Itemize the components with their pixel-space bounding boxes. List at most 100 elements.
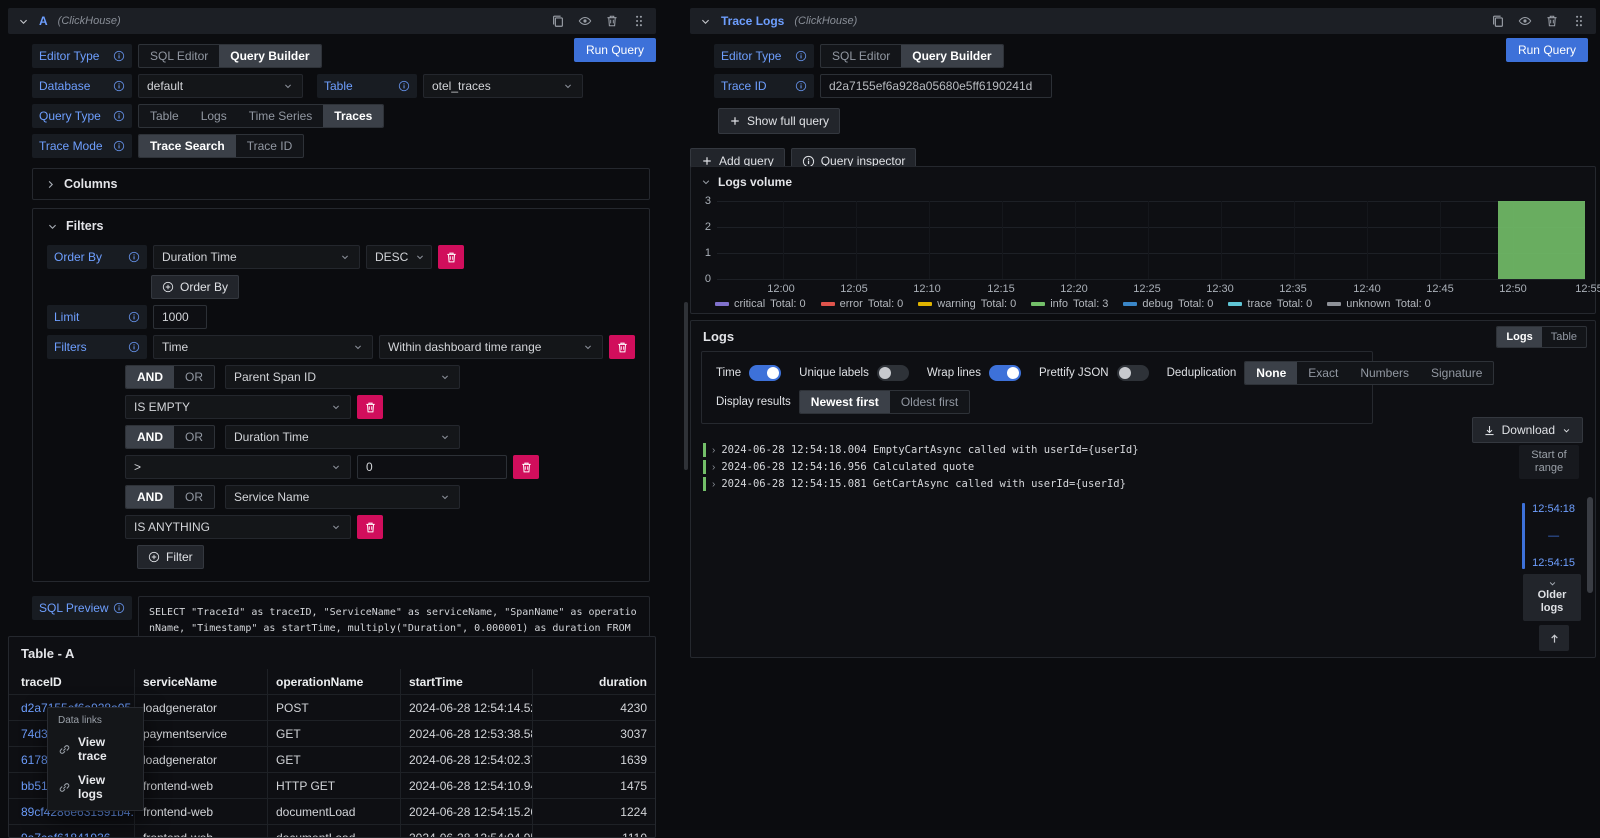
prettify-json-toggle[interactable] <box>1117 365 1149 381</box>
legend-item-critical[interactable]: criticalTotal:0 <box>715 298 806 310</box>
dedup-none-option[interactable]: None <box>1245 362 1297 384</box>
collapse-chevron-icon[interactable] <box>18 16 29 27</box>
filter-field-select[interactable]: Duration Time <box>225 425 460 449</box>
table-panel-title[interactable]: Table - A <box>21 646 74 661</box>
filters-section-header[interactable]: Filters <box>47 219 635 233</box>
remove-filter-button[interactable] <box>357 395 383 419</box>
remove-filter-button[interactable] <box>357 515 383 539</box>
older-logs-button[interactable]: Older logs <box>1523 574 1581 621</box>
filter-operator-select[interactable]: Within dashboard time range <box>379 335 603 359</box>
legend-item-warning[interactable]: warningTotal:0 <box>918 298 1016 310</box>
trace-id-option[interactable]: Trace ID <box>236 135 304 157</box>
column-header[interactable]: traceID <box>9 669 135 695</box>
sql-editor-option[interactable]: SQL Editor <box>821 45 901 67</box>
logs-scrollbar[interactable] <box>1587 497 1593 593</box>
wrap-lines-toggle[interactable] <box>989 365 1021 381</box>
legend-item-error[interactable]: errorTotal:0 <box>821 298 904 310</box>
info-icon[interactable] <box>113 602 125 614</box>
remove-order-by-button[interactable] <box>438 245 464 269</box>
drag-handle-icon[interactable] <box>1572 14 1586 28</box>
legend-item-debug[interactable]: debugTotal:0 <box>1123 298 1213 310</box>
legend-item-trace[interactable]: traceTotal:0 <box>1228 298 1312 310</box>
info-icon[interactable] <box>398 80 410 92</box>
time-toggle[interactable] <box>749 365 781 381</box>
column-header[interactable]: duration <box>533 669 655 695</box>
hide-query-icon[interactable] <box>1518 14 1532 28</box>
legend-item-info[interactable]: infoTotal:3 <box>1031 298 1108 310</box>
filter-field-select[interactable]: Parent Span ID <box>225 365 460 389</box>
show-full-query-button[interactable]: Show full query <box>718 108 840 134</box>
trace-id-link[interactable]: 9a7caf61841936... <box>21 831 120 838</box>
hide-query-icon[interactable] <box>578 14 592 28</box>
log-row[interactable]: ›2024-06-28 12:54:15.081 GetCartAsync ca… <box>703 477 1139 491</box>
filter-field-select[interactable]: Service Name <box>225 485 460 509</box>
log-range-timeline[interactable]: 12:54:18 — 12:54:15 <box>1522 503 1575 569</box>
info-icon[interactable] <box>113 80 125 92</box>
query-builder-option[interactable]: Query Builder <box>219 45 320 67</box>
duplicate-query-icon[interactable] <box>1491 14 1505 28</box>
order-by-direction-select[interactable]: DESC <box>366 245 432 269</box>
query-type-timeseries[interactable]: Time Series <box>238 105 324 127</box>
sql-editor-option[interactable]: SQL Editor <box>139 45 219 67</box>
info-icon[interactable] <box>128 311 140 323</box>
info-icon[interactable] <box>113 50 125 62</box>
delete-query-icon[interactable] <box>1545 14 1559 28</box>
info-icon[interactable] <box>795 50 807 62</box>
query-ref-id[interactable]: A <box>39 14 48 28</box>
query-builder-option[interactable]: Query Builder <box>901 45 1002 67</box>
delete-query-icon[interactable] <box>605 14 619 28</box>
info-icon[interactable] <box>113 140 125 152</box>
duplicate-query-icon[interactable] <box>551 14 565 28</box>
column-header[interactable]: startTime <box>401 669 533 695</box>
filter-operator-select[interactable]: IS ANYTHING <box>125 515 351 539</box>
column-header[interactable]: operationName <box>268 669 401 695</box>
trace-id-input[interactable]: d2a7155ef6a928a05680e5ff6190241d <box>820 74 1052 98</box>
database-select[interactable]: default <box>138 74 303 98</box>
dedup-numbers-option[interactable]: Numbers <box>1349 362 1420 384</box>
limit-input[interactable]: 1000 <box>153 305 207 329</box>
dedup-signature-option[interactable]: Signature <box>1420 362 1493 384</box>
oldest-first-option[interactable]: Oldest first <box>890 391 969 413</box>
info-icon[interactable] <box>128 251 140 263</box>
newest-first-option[interactable]: Newest first <box>800 391 890 413</box>
table-select[interactable]: otel_traces <box>423 74 583 98</box>
log-row[interactable]: ›2024-06-28 12:54:16.956 Calculated quot… <box>703 460 1139 474</box>
info-icon[interactable] <box>128 341 140 353</box>
order-by-field-select[interactable]: Duration Time <box>153 245 360 269</box>
page-scrollbar[interactable] <box>684 302 688 470</box>
and-option[interactable]: AND <box>126 366 174 388</box>
collapse-chevron-icon[interactable] <box>700 16 711 27</box>
or-option[interactable]: OR <box>174 486 214 508</box>
columns-section[interactable]: Columns <box>32 168 650 200</box>
legend-item-unknown[interactable]: unknownTotal:0 <box>1327 298 1430 310</box>
view-logs-menu-item[interactable]: View logs <box>48 768 143 806</box>
dedup-exact-option[interactable]: Exact <box>1297 362 1349 384</box>
download-button[interactable]: Download <box>1472 417 1583 443</box>
query-type-logs[interactable]: Logs <box>190 105 238 127</box>
log-row[interactable]: ›2024-06-28 12:54:18.004 EmptyCartAsync … <box>703 443 1139 457</box>
query-ref-id[interactable]: Trace Logs <box>721 14 784 28</box>
logs-view-option[interactable]: Logs <box>1497 327 1541 347</box>
filter-value-input[interactable]: 0 <box>357 455 507 479</box>
unique-labels-toggle[interactable] <box>877 365 909 381</box>
or-option[interactable]: OR <box>174 426 214 448</box>
scroll-to-top-button[interactable] <box>1539 625 1569 651</box>
and-option[interactable]: AND <box>126 426 174 448</box>
view-trace-menu-item[interactable]: View trace <box>48 730 143 768</box>
add-order-by-button[interactable]: Order By <box>151 275 239 299</box>
remove-filter-button[interactable] <box>513 455 539 479</box>
query-type-traces[interactable]: Traces <box>323 105 383 127</box>
info-icon[interactable] <box>795 80 807 92</box>
drag-handle-icon[interactable] <box>632 14 646 28</box>
column-header[interactable]: serviceName <box>135 669 268 695</box>
logs-volume-header[interactable]: Logs volume <box>701 175 792 189</box>
query-type-table[interactable]: Table <box>139 105 190 127</box>
filter-operator-select[interactable]: > <box>125 455 351 479</box>
remove-filter-button[interactable] <box>609 335 635 359</box>
and-option[interactable]: AND <box>126 486 174 508</box>
trace-search-option[interactable]: Trace Search <box>139 135 236 157</box>
info-logs-bar[interactable] <box>1498 201 1585 279</box>
or-option[interactable]: OR <box>174 366 214 388</box>
filter-operator-select[interactable]: IS EMPTY <box>125 395 351 419</box>
info-icon[interactable] <box>113 110 125 122</box>
